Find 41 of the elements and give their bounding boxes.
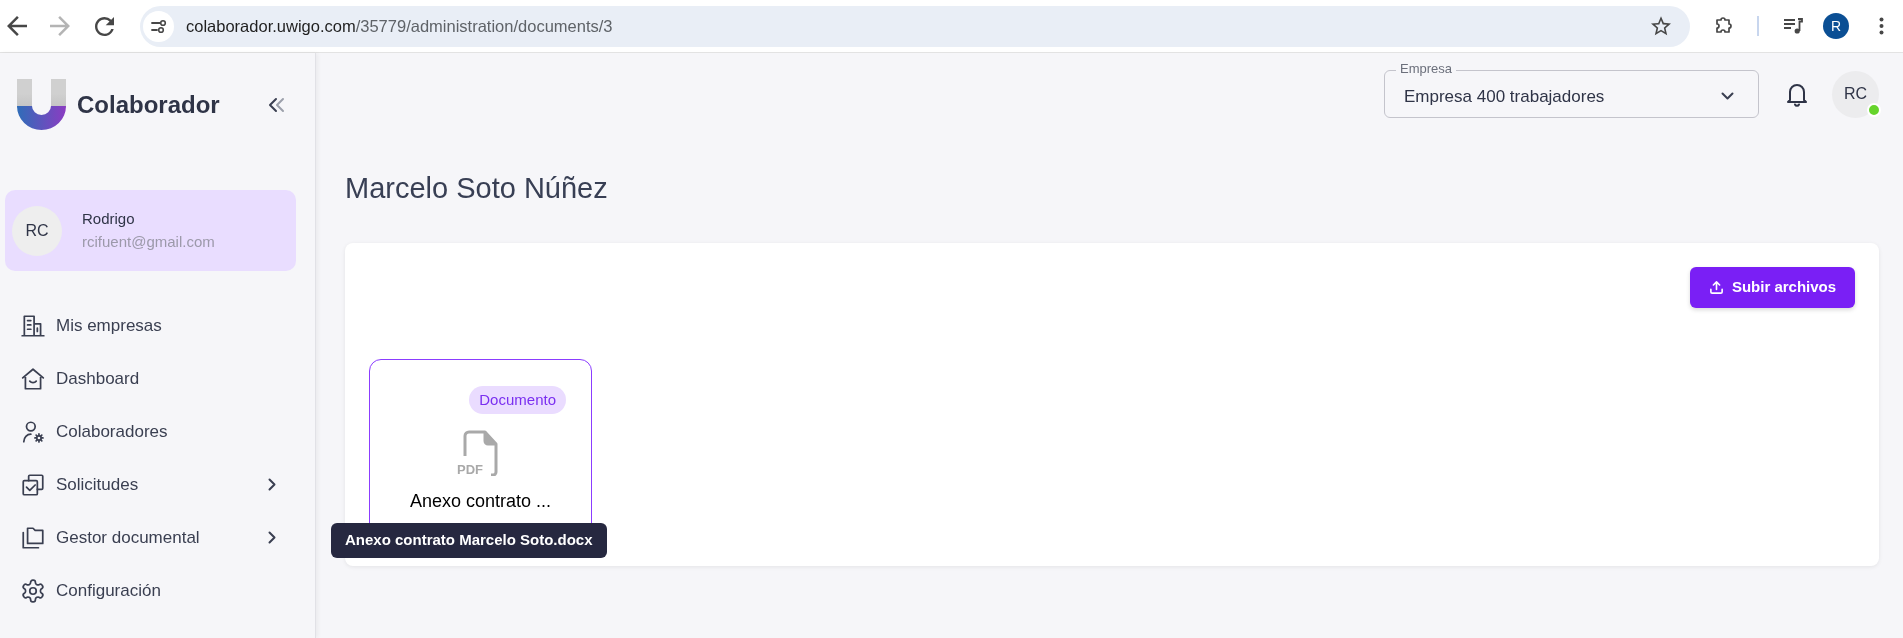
- double-chevron-left-icon: [268, 96, 286, 113]
- sidebar-item[interactable]: Dashboard: [0, 352, 276, 405]
- brand-name: Colaborador: [77, 89, 220, 120]
- sidebar-item[interactable]: Mis empresas: [0, 299, 276, 352]
- reload-icon: [94, 16, 114, 36]
- folders-icon: [20, 524, 46, 551]
- music-queue-icon: [1783, 18, 1803, 34]
- u-logo-icon: [17, 79, 66, 130]
- address-bar[interactable]: colaborador.uwigo.com/35779/administration/documents/3: [140, 5, 1690, 47]
- checked-squares-icon: [20, 471, 46, 498]
- page-title: Marcelo Soto Núñez: [345, 171, 609, 206]
- user-avatar[interactable]: RC: [1832, 70, 1879, 118]
- user-gear-icon: [20, 418, 46, 445]
- document-badge: Documento: [469, 386, 566, 414]
- select-label: Empresa: [1396, 61, 1457, 77]
- sidebar-item[interactable]: Solicitudes: [0, 458, 276, 511]
- upload-icon: [1708, 280, 1724, 295]
- chevron-down-icon: [1721, 92, 1734, 100]
- user-email: rcifuent@gmail.com: [82, 232, 215, 252]
- url-text: colaborador.uwigo.com/35779/administration/documents/3: [186, 15, 613, 37]
- user-avatar: RC: [12, 205, 62, 256]
- bell-icon: [1786, 81, 1808, 107]
- bookmark-star-icon[interactable]: [1651, 16, 1671, 36]
- settings-icon: [20, 577, 46, 604]
- arrow-left-icon: [7, 16, 27, 36]
- upload-files-button[interactable]: Subir archivos: [1690, 267, 1855, 308]
- puzzle-icon: [1714, 16, 1734, 36]
- sidebar-item[interactable]: Colaboradores: [0, 405, 276, 458]
- building-icon: [20, 312, 46, 339]
- user-name: Rodrigo: [82, 209, 136, 229]
- user-card[interactable]: RC Rodrigo rcifuent@gmail.com: [5, 190, 296, 271]
- sidebar-item[interactable]: Gestor documental: [0, 511, 276, 564]
- file-name: Anexo contrato ...: [409, 490, 552, 513]
- tooltip: Anexo contrato Marcelo Soto.docx: [331, 523, 607, 558]
- arrow-right-icon: [50, 16, 70, 36]
- profile-avatar[interactable]: R: [1823, 13, 1849, 39]
- sidebar-item[interactable]: Configuración: [0, 564, 276, 617]
- more-vertical-icon: [1878, 17, 1884, 35]
- select-value: Empresa 400 trabajadores: [1404, 86, 1605, 109]
- site-settings-icon[interactable]: [143, 10, 174, 42]
- file-type-label: PDF: [457, 462, 483, 477]
